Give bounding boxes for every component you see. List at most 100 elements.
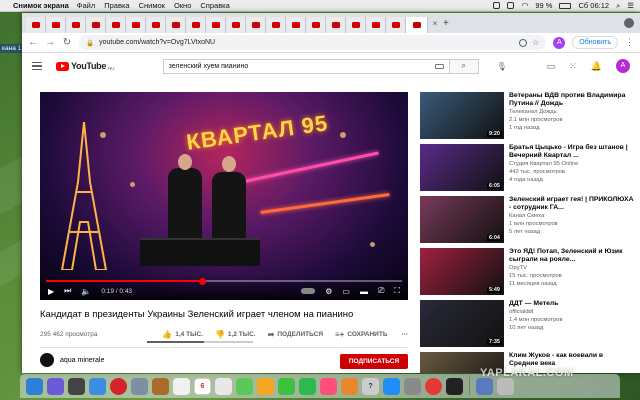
desktop-file-label[interactable]: кана 1 (0, 44, 24, 53)
browser-tab-active[interactable] (406, 17, 428, 33)
browser-profile-avatar[interactable]: A (553, 36, 566, 49)
battery-icon[interactable] (559, 2, 572, 9)
miniplayer-icon[interactable]: ▭ (342, 287, 350, 296)
recommendation-channel[interactable]: officialddt (509, 308, 634, 316)
autoplay-toggle[interactable] (301, 288, 316, 294)
browser-tab[interactable] (246, 17, 266, 33)
menubar-app-name[interactable]: Снимок экрана (13, 1, 69, 10)
apps-grid-icon[interactable]: ⁙ (569, 61, 577, 72)
progress-bar[interactable] (46, 277, 402, 285)
update-browser-button[interactable]: Обновить (572, 36, 618, 49)
menubar-item-window[interactable]: Окно (174, 1, 191, 10)
channel-name[interactable]: aqua minerale (60, 357, 104, 364)
recommendation-item[interactable]: 5:49 Это ЯД! Потап, Зеленский и Юзик сыгр… (420, 248, 636, 296)
browser-tab[interactable] (346, 17, 366, 33)
chrome-icon[interactable] (425, 377, 442, 395)
menubar-item-edit[interactable]: Правка (104, 1, 129, 10)
notes-icon[interactable] (173, 377, 190, 395)
messages-icon[interactable] (278, 377, 295, 395)
browser-tab[interactable] (206, 17, 226, 33)
menubar-item-file[interactable]: Файл (77, 1, 95, 10)
reminders-icon[interactable] (215, 377, 232, 395)
notifications-bell-icon[interactable]: 🔔 (591, 61, 602, 72)
window-control-icon[interactable] (624, 18, 634, 28)
share-button[interactable]: ➦ ПОДЕЛИТЬСЯ (268, 330, 323, 339)
recommendation-item[interactable]: 9:20 Ветераны ВДВ против Владимира Путина… (420, 92, 636, 140)
browser-menu-icon[interactable]: ⋮ (625, 37, 634, 48)
youtube-logo[interactable]: YouTube RU (56, 61, 115, 71)
site-settings-icon[interactable] (519, 38, 528, 47)
wifi-icon[interactable]: ◠ (521, 1, 528, 10)
recommendation-title[interactable]: Зеленский играет гея! | ПРИКОЛЮХА - сотр… (509, 196, 634, 212)
status-icon[interactable] (507, 2, 515, 9)
photos-icon[interactable] (257, 377, 274, 395)
terminal-icon[interactable] (446, 377, 463, 395)
battery-percent[interactable]: 99 % (535, 1, 552, 10)
safari-icon[interactable] (89, 377, 106, 395)
status-icon[interactable] (493, 2, 501, 9)
settings-gear-icon[interactable]: ⚙ (325, 287, 332, 296)
volume-icon[interactable]: 🔈 (81, 287, 91, 296)
search-button[interactable]: ⌕ (448, 58, 479, 74)
spotlight-icon[interactable]: ⌕ (616, 1, 620, 11)
recommendation-thumbnail[interactable]: 5:49 (420, 248, 504, 295)
more-actions-icon[interactable]: ⋯ (402, 330, 409, 338)
recommendation-channel[interactable]: Канал Смеха (509, 212, 634, 220)
menubar-item-capture[interactable]: Снимок (139, 1, 165, 10)
subscribe-button[interactable]: ПОДПИСАТЬСЯ (340, 354, 408, 369)
save-button[interactable]: ≡+ СОХРАНИТЬ (335, 330, 388, 339)
recommendation-item[interactable]: 7:35 ДДТ — Метель officialddt 1,4 млн просм… (420, 300, 636, 348)
browser-tab[interactable] (266, 17, 286, 33)
recommendation-title[interactable]: Ветераны ВДВ против Владимира Путина // … (509, 92, 634, 108)
back-icon[interactable]: ← (28, 37, 38, 48)
reload-icon[interactable]: ↻ (62, 37, 72, 48)
video-player[interactable]: КВАРТАЛ 95 ▶ ⏭ 🔈 0:19 / 0:43 ⚙ ▭ ▬ ⎚ ⛶ (40, 92, 408, 300)
guide-menu-icon[interactable] (32, 61, 42, 71)
app-store-icon[interactable] (383, 377, 400, 395)
recommendation-title[interactable]: Братья Цыцько - Игра без штанов | Вечерн… (509, 144, 634, 160)
recommendation-title[interactable]: Это ЯД! Потап, Зеленский и Юзик сыграли … (509, 248, 634, 264)
browser-tab[interactable] (126, 17, 146, 33)
new-tab-icon[interactable]: + (443, 18, 449, 29)
create-video-icon[interactable]: ▭ (547, 61, 556, 72)
recommendation-channel[interactable]: OpyTV (509, 264, 634, 272)
browser-tab[interactable] (326, 17, 346, 33)
browser-tab[interactable] (106, 17, 126, 33)
recommendation-channel[interactable]: Студия Квартал 95 Online (509, 160, 634, 168)
search-query[interactable]: зеленский хуем пианино (169, 63, 249, 70)
scrubber-handle[interactable] (199, 277, 207, 285)
browser-tab[interactable] (306, 17, 326, 33)
browser-tab[interactable] (366, 17, 386, 33)
downloads-folder-icon[interactable] (476, 377, 493, 395)
lock-icon[interactable]: 🔒 (86, 39, 94, 47)
recommendation-thumbnail[interactable]: 9:20 (420, 92, 504, 139)
browser-tab[interactable] (166, 17, 186, 33)
trash-icon[interactable] (497, 377, 514, 395)
microphone-icon[interactable]: 🎙 (497, 62, 507, 71)
browser-tab[interactable] (286, 17, 306, 33)
contacts-icon[interactable] (152, 377, 169, 395)
dislike-button[interactable]: 👎 1,2 ТЫС. (215, 330, 256, 339)
search-input[interactable]: зеленский хуем пианино (162, 58, 449, 74)
account-avatar[interactable]: A (616, 59, 630, 73)
browser-tab[interactable] (46, 17, 66, 33)
like-button[interactable]: 👍 1,4 ТЫС. (162, 330, 203, 339)
system-preferences-icon[interactable] (404, 377, 421, 395)
recommendation-thumbnail[interactable]: 6:04 (420, 196, 504, 243)
books-icon[interactable] (341, 377, 358, 395)
cast-icon[interactable]: ⎚ (378, 286, 384, 296)
recommendation-item[interactable]: 6:05 Братья Цыцько - Игра без штанов | Ве… (420, 144, 636, 192)
maps-icon[interactable] (236, 377, 253, 395)
theater-mode-icon[interactable]: ▬ (360, 287, 368, 296)
channel-avatar[interactable] (40, 353, 54, 367)
calendar-icon[interactable]: 6 (194, 377, 211, 395)
address-url[interactable]: youtube.com/watch?v=Ovg7LVtxoNU (99, 39, 514, 46)
fullscreen-icon[interactable]: ⛶ (394, 286, 400, 296)
browser-tab[interactable] (26, 17, 46, 33)
help-icon[interactable]: ? (362, 377, 379, 395)
recommendation-item[interactable]: 6:04 Зеленский играет гея! | ПРИКОЛЮХА - … (420, 196, 636, 244)
siri-icon[interactable] (47, 377, 64, 395)
forward-icon[interactable]: → (45, 37, 55, 48)
music-icon[interactable] (320, 377, 337, 395)
browser-tab[interactable] (226, 17, 246, 33)
